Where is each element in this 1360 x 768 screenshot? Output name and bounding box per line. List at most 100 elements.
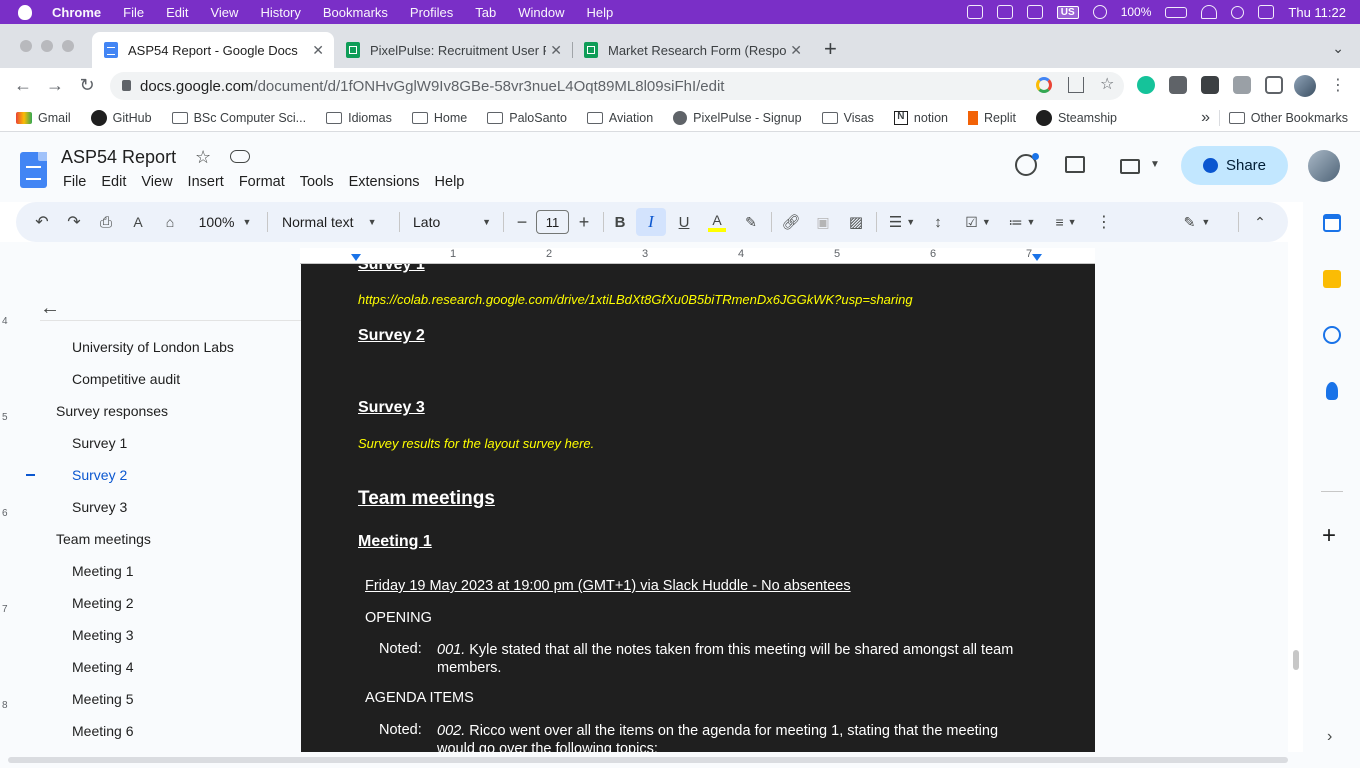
align-dropdown[interactable]: ☰ ▼ (884, 202, 920, 242)
grammarly-extension-icon[interactable] (1137, 76, 1155, 94)
docs-menu-tools[interactable]: Tools (300, 174, 334, 190)
horizontal-scrollbar-thumb[interactable] (8, 757, 1288, 763)
document-title[interactable]: ASP54 Report (61, 147, 176, 168)
meet-video-icon[interactable] (1120, 159, 1140, 174)
bookmark-idiomas[interactable]: Idiomas (326, 111, 392, 125)
bookmark-palosanto[interactable]: PaloSanto (487, 111, 567, 125)
outline-item-meeting-3[interactable]: Meeting 3 (72, 627, 133, 643)
line-spacing-icon[interactable]: ↕ (928, 202, 948, 242)
tab-search-chevron-icon[interactable]: ⌄ (1332, 40, 1344, 57)
bookmark-pixelpulse-signup[interactable]: PixelPulse - Signup (673, 110, 802, 125)
menu-profiles[interactable]: Profiles (410, 5, 453, 20)
bookmark-star-icon[interactable]: ☆ (1100, 77, 1116, 93)
menu-edit[interactable]: Edit (166, 5, 188, 20)
outline-item-meeting-4[interactable]: Meeting 4 (72, 659, 133, 675)
bookmark-home[interactable]: Home (411, 111, 467, 125)
menu-window[interactable]: Window (518, 5, 564, 20)
chevron-down-icon[interactable]: ▼ (1150, 159, 1160, 170)
menu-help[interactable]: Help (587, 5, 614, 20)
share-button[interactable]: Share (1181, 146, 1288, 185)
tasks-icon[interactable] (1323, 326, 1341, 344)
outline-item-survey-2[interactable]: Survey 2 (72, 467, 127, 483)
add-addon-icon[interactable]: + (1322, 522, 1336, 550)
search-icon[interactable] (1231, 5, 1245, 19)
account-avatar[interactable] (1308, 150, 1340, 182)
horizontal-ruler[interactable]: 1 2 3 4 5 6 7 (300, 248, 1095, 264)
numbered-list-dropdown[interactable]: ≡ ▼ (1048, 202, 1084, 242)
spellcheck-icon[interactable]: A (128, 202, 148, 242)
bookmark-steamship[interactable]: Steamship (1035, 109, 1117, 126)
redo-icon[interactable]: ↷ (64, 202, 84, 242)
comments-icon[interactable] (1065, 156, 1085, 173)
more-vert-icon[interactable]: ⋮ (1330, 75, 1346, 95)
tab-asp54-report[interactable]: ASP54 Report - Google Docs ✕ (92, 32, 334, 68)
outline-item-competitive-audit[interactable]: Competitive audit (72, 371, 180, 387)
calendar-icon[interactable] (1323, 214, 1341, 232)
horizontal-scrollbar[interactable] (0, 752, 1303, 768)
docs-logo-icon[interactable] (20, 152, 47, 188)
lock-status-icon[interactable] (966, 5, 983, 19)
menu-app[interactable]: Chrome (52, 5, 101, 20)
right-indent-marker[interactable] (1032, 254, 1042, 261)
decrease-font-size-icon[interactable]: − (512, 202, 532, 242)
menu-tab[interactable]: Tab (475, 5, 496, 20)
tab-pixelpulse-recruitment[interactable]: PixelPulse: Recruitment User P ✕ (334, 32, 572, 68)
app-status-icon[interactable] (996, 5, 1013, 19)
zoom-select[interactable]: 100% ▼ (194, 202, 256, 242)
docs-menu-view[interactable]: View (141, 174, 172, 190)
increase-font-size-icon[interactable]: + (574, 202, 594, 242)
menu-view[interactable]: View (210, 5, 238, 20)
bookmark-other-bookmarks[interactable]: Other Bookmarks (1228, 111, 1348, 125)
font-size-input[interactable]: 11 (536, 210, 569, 234)
bookmarks-overflow-icon[interactable]: » (1201, 109, 1210, 127)
chevron-right-icon[interactable]: › (1327, 728, 1332, 746)
google-lens-icon[interactable] (1036, 77, 1052, 93)
forward-arrow-icon[interactable]: → (44, 75, 66, 96)
outline-item-meeting-1[interactable]: Meeting 1 (72, 563, 133, 579)
control-center-icon[interactable] (1258, 5, 1275, 19)
input-source[interactable]: US (1056, 5, 1079, 19)
close-icon[interactable]: ✕ (790, 42, 802, 59)
docs-menu-insert[interactable]: Insert (188, 174, 224, 190)
outline-item-meeting-5[interactable]: Meeting 5 (72, 691, 133, 707)
lock-icon[interactable] (122, 80, 131, 91)
bookmark-github[interactable]: GitHub (90, 109, 152, 126)
clock[interactable]: Thu 11:22 (1288, 5, 1346, 20)
profile-avatar[interactable] (1294, 75, 1316, 97)
survey-1-link[interactable]: https://colab.research.google.com/drive/… (358, 292, 913, 307)
highlight-pen-icon[interactable]: ✎ (740, 202, 762, 242)
vertical-scrollbar-thumb[interactable] (1293, 650, 1299, 670)
bookmark-visas[interactable]: Visas (821, 111, 874, 125)
undo-icon[interactable]: ↶ (32, 202, 52, 242)
collapse-menus-icon[interactable]: ⌃ (1250, 202, 1270, 242)
back-arrow-icon[interactable]: ← (40, 297, 60, 320)
underline-icon[interactable]: U (674, 202, 694, 242)
version-history-icon[interactable] (1015, 153, 1039, 176)
bookmark-aviation[interactable]: Aviation (586, 111, 653, 125)
docs-menu-edit[interactable]: Edit (101, 174, 126, 190)
m-extension-icon[interactable] (1201, 76, 1219, 94)
minimize-window-button[interactable] (41, 40, 53, 52)
screen-status-icon[interactable] (1026, 5, 1043, 19)
tab-market-research-form[interactable]: Market Research Form (Respon ✕ (572, 32, 812, 68)
add-comment-icon[interactable]: ▣ (812, 202, 834, 242)
insert-link-icon[interactable]: 🔗︎ (780, 202, 802, 242)
reload-icon[interactable]: ↻ (76, 75, 98, 96)
outline-item-team-meetings[interactable]: Team meetings (56, 531, 151, 547)
close-icon[interactable]: ✕ (312, 42, 324, 59)
wifi-icon[interactable] (1201, 5, 1218, 19)
menu-bookmarks[interactable]: Bookmarks (323, 5, 388, 20)
paragraph-style-select[interactable]: Normal text ▼ (282, 202, 386, 242)
document-page[interactable]: Survey 1 https://colab.research.google.c… (301, 264, 1095, 752)
contacts-icon[interactable] (1326, 382, 1338, 400)
docs-menu-help[interactable]: Help (435, 174, 465, 190)
share-page-icon[interactable] (1068, 77, 1084, 93)
play-status-icon[interactable] (1092, 5, 1107, 19)
outline-item-meeting-6[interactable]: Meeting 6 (72, 723, 133, 739)
cloud-saved-icon[interactable] (230, 150, 250, 163)
side-panel-icon[interactable] (1265, 76, 1283, 94)
text-color-button[interactable]: A (706, 202, 728, 242)
insert-image-icon[interactable]: ▨ (845, 202, 867, 242)
outline-item-university-of-london-labs[interactable]: University of London Labs (72, 339, 234, 355)
address-bar[interactable]: docs.google.com/document/d/1fONHvGglW9Iv… (110, 72, 1124, 100)
